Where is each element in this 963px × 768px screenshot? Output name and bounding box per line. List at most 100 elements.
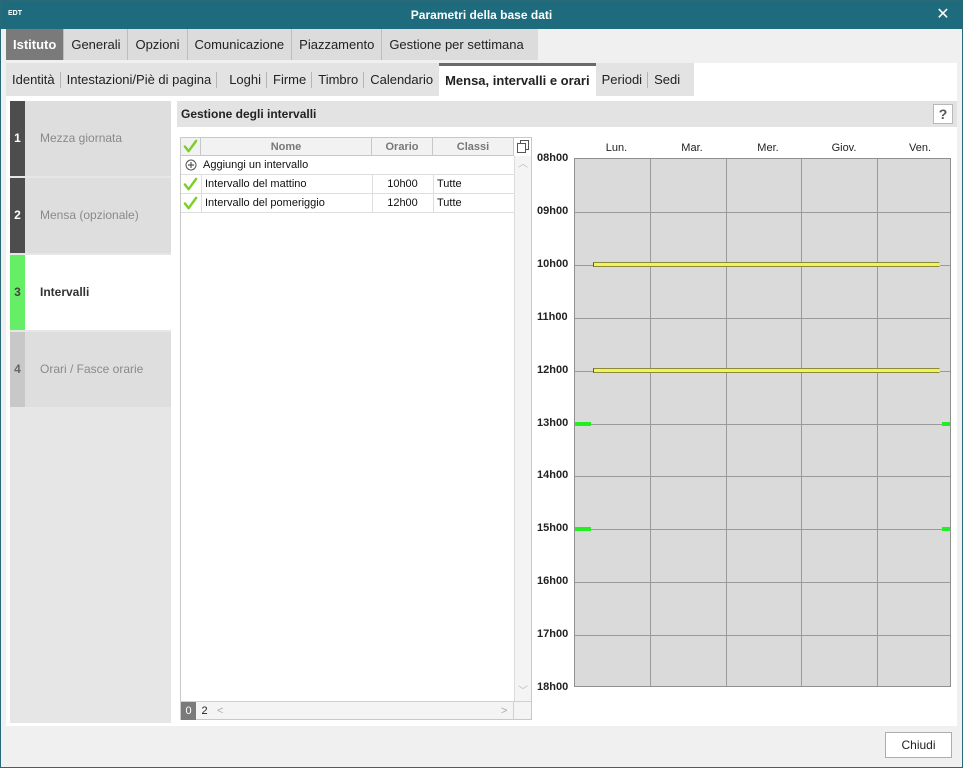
scroll-right-icon[interactable]: > bbox=[501, 705, 507, 717]
tab-generali[interactable]: Generali bbox=[64, 29, 129, 60]
column-header-classi[interactable]: Classi bbox=[433, 138, 514, 156]
main-tabs: Istituto Generali Opzioni Comunicazione … bbox=[6, 29, 538, 60]
table-row[interactable]: Intervallo del mattino 10h00 Tutte bbox=[181, 175, 514, 194]
subtab-label: Sedi bbox=[654, 72, 681, 87]
day-gridline bbox=[725, 159, 727, 686]
title-bar: EDT Parametri della base dati ✕ bbox=[1, 1, 962, 29]
subtab-label: Periodi bbox=[601, 72, 643, 87]
vertical-scrollbar[interactable]: ︿ ﹀ bbox=[514, 156, 531, 701]
table-header: Nome Orario Classi bbox=[181, 138, 514, 156]
table-row[interactable]: Intervallo del pomeriggio 12h00 Tutte bbox=[181, 194, 514, 213]
hour-gridline bbox=[575, 476, 950, 478]
tab-opzioni[interactable]: Opzioni bbox=[128, 29, 188, 60]
subtab-label: Calendario bbox=[370, 72, 434, 87]
hour-gridline bbox=[575, 635, 950, 637]
day-gridline bbox=[876, 159, 878, 686]
step-intervalli[interactable]: 3 Intervalli bbox=[10, 255, 171, 330]
hour-label: 15h00 bbox=[537, 522, 569, 535]
lunch-marker[interactable] bbox=[942, 527, 950, 532]
hour-label: 10h00 bbox=[537, 257, 569, 270]
day-header-lun: Lun. bbox=[605, 142, 628, 154]
tab-piazzamento[interactable]: Piazzamento bbox=[292, 29, 383, 60]
interval-bar[interactable] bbox=[593, 367, 940, 373]
lunch-marker[interactable] bbox=[575, 527, 591, 532]
add-interval-row[interactable]: Aggiungi un intervallo bbox=[181, 156, 514, 175]
copy-icon[interactable] bbox=[516, 139, 530, 154]
interval-bar[interactable] bbox=[593, 261, 940, 267]
subtab-mensa-intervalli-orari[interactable]: Mensa, intervalli e orari bbox=[439, 63, 596, 96]
subtab-timbro[interactable]: Timbro bbox=[312, 63, 365, 96]
panel-header: Gestione degli intervalli ? bbox=[177, 101, 957, 127]
hour-label: 09h00 bbox=[537, 204, 569, 217]
hour-gridline bbox=[575, 582, 950, 584]
lunch-marker[interactable] bbox=[575, 421, 591, 426]
chiudi-button[interactable]: Chiudi bbox=[885, 732, 952, 758]
page-button-2[interactable]: 2 bbox=[197, 702, 212, 720]
day-gridline bbox=[801, 159, 803, 686]
page-button-0[interactable]: 0 bbox=[181, 702, 196, 720]
column-header-nome[interactable]: Nome bbox=[201, 138, 372, 156]
scroll-down-icon[interactable]: ﹀ bbox=[518, 687, 528, 697]
step-label: Mezza giornata bbox=[40, 131, 123, 145]
hour-gridline bbox=[575, 423, 950, 425]
subtab-label: Mensa, intervalli e orari bbox=[445, 73, 590, 88]
subtab-label: Intestazioni/Piè di pagina bbox=[66, 72, 212, 87]
day-header-ven: Ven. bbox=[908, 142, 932, 154]
hour-gridline bbox=[575, 529, 950, 531]
hour-gridline bbox=[575, 317, 950, 319]
subtab-label: Identità bbox=[12, 72, 55, 87]
check-icon[interactable] bbox=[183, 196, 198, 211]
tab-istituto[interactable]: Istituto bbox=[6, 29, 65, 60]
dialog-window: EDT Parametri della base dati ✕ Istituto… bbox=[0, 0, 963, 768]
hour-label: 12h00 bbox=[537, 363, 569, 376]
check-column-header[interactable] bbox=[181, 138, 201, 156]
subtab-calendario[interactable]: Calendario bbox=[364, 63, 439, 96]
tab-gestione-per-settimana[interactable]: Gestione per settimana bbox=[382, 29, 537, 60]
subtab-identita[interactable]: Identità bbox=[6, 63, 61, 96]
subtab-periodi[interactable]: Periodi bbox=[596, 63, 649, 96]
subtab-loghi[interactable]: Loghi bbox=[217, 63, 268, 96]
check-icon bbox=[183, 139, 198, 153]
column-header-orario[interactable]: Orario bbox=[372, 138, 433, 156]
panel-title: Gestione degli intervalli bbox=[181, 107, 317, 121]
scroll-up-icon[interactable]: ︿ bbox=[518, 160, 528, 170]
timetable-grid[interactable] bbox=[574, 158, 951, 687]
subtab-label: Firme bbox=[273, 72, 307, 87]
step-number: 3 bbox=[10, 255, 25, 330]
scroll-left-icon[interactable]: < bbox=[217, 705, 223, 717]
help-button[interactable]: ? bbox=[933, 104, 953, 124]
hour-label: 13h00 bbox=[537, 416, 569, 429]
step-label: Orari / Fasce orarie bbox=[40, 362, 144, 376]
step-mensa[interactable]: 2 Mensa (opzionale) bbox=[10, 178, 171, 253]
tab-comunicazione[interactable]: Comunicazione bbox=[188, 29, 293, 60]
window-title: Parametri della base dati bbox=[410, 8, 553, 22]
close-icon[interactable]: ✕ bbox=[934, 6, 952, 24]
step-label: Intervalli bbox=[40, 285, 90, 299]
check-icon[interactable] bbox=[183, 177, 198, 192]
day-header-mar: Mar. bbox=[681, 142, 703, 154]
hour-label: 16h00 bbox=[537, 575, 569, 588]
step-mezza-giornata[interactable]: 1 Mezza giornata bbox=[10, 101, 171, 176]
day-gridline bbox=[650, 159, 652, 686]
subtabs-spacer bbox=[694, 63, 957, 96]
interval-name: Intervallo del pomeriggio bbox=[205, 197, 325, 209]
day-header-giov: Giov. bbox=[831, 142, 857, 154]
hour-label: 18h00 bbox=[537, 681, 569, 693]
step-orari-fasce[interactable]: 4 Orari / Fasce orarie bbox=[10, 332, 171, 407]
hour-gridline bbox=[575, 211, 950, 213]
steps-sidebar: 1 Mezza giornata 2 Mensa (opzionale) 3 I… bbox=[10, 101, 171, 723]
day-header-mer: Mer. bbox=[757, 142, 779, 154]
subtab-label: Timbro bbox=[318, 72, 359, 87]
lunch-marker[interactable] bbox=[942, 421, 950, 426]
step-number: 1 bbox=[10, 101, 25, 176]
step-number: 2 bbox=[10, 178, 25, 253]
subtab-label: Loghi bbox=[229, 72, 262, 87]
subtab-intestazioni[interactable]: Intestazioni/Piè di pagina bbox=[61, 63, 218, 96]
subtab-sedi[interactable]: Sedi bbox=[648, 63, 694, 96]
subtab-firme[interactable]: Firme bbox=[267, 63, 313, 96]
interval-classes: Tutte bbox=[437, 197, 462, 209]
table-footer-bar: 0 2 < > bbox=[181, 701, 531, 720]
hour-label: 17h00 bbox=[537, 628, 569, 641]
interval-time: 12h00 bbox=[387, 197, 418, 209]
step-label: Mensa (opzionale) bbox=[40, 208, 139, 222]
